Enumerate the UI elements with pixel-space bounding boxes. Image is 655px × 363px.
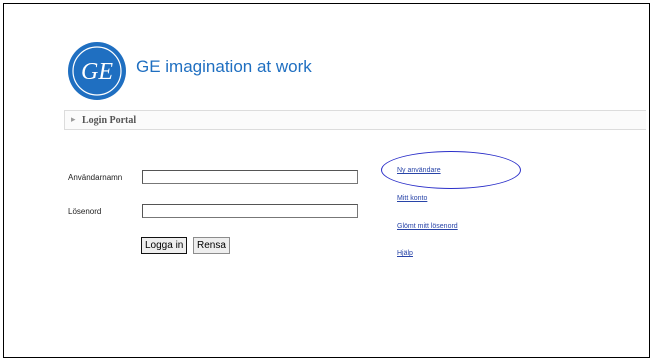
ge-logo-icon: GE [68,42,126,100]
login-button[interactable]: Logga in [141,237,188,254]
my-account-link[interactable]: Mitt konto [397,195,427,202]
password-input[interactable] [142,204,358,218]
username-input[interactable] [142,170,358,184]
brand-tagline: GE imagination at work [136,57,312,76]
highlight-ellipse [381,151,521,189]
reset-button[interactable]: Rensa [193,237,230,254]
password-label: Lösenord [68,207,102,216]
page-title: Login Portal [82,115,137,126]
svg-text:GE: GE [81,59,113,85]
username-label: Användarnamn [68,173,123,182]
forgot-password-link[interactable]: Glömt mitt lösenord [397,223,458,230]
bullet-icon: ▸ [71,114,76,124]
portal-header-bar: ▸ Login Portal [64,110,646,130]
help-link[interactable]: Hjälp [397,250,413,257]
